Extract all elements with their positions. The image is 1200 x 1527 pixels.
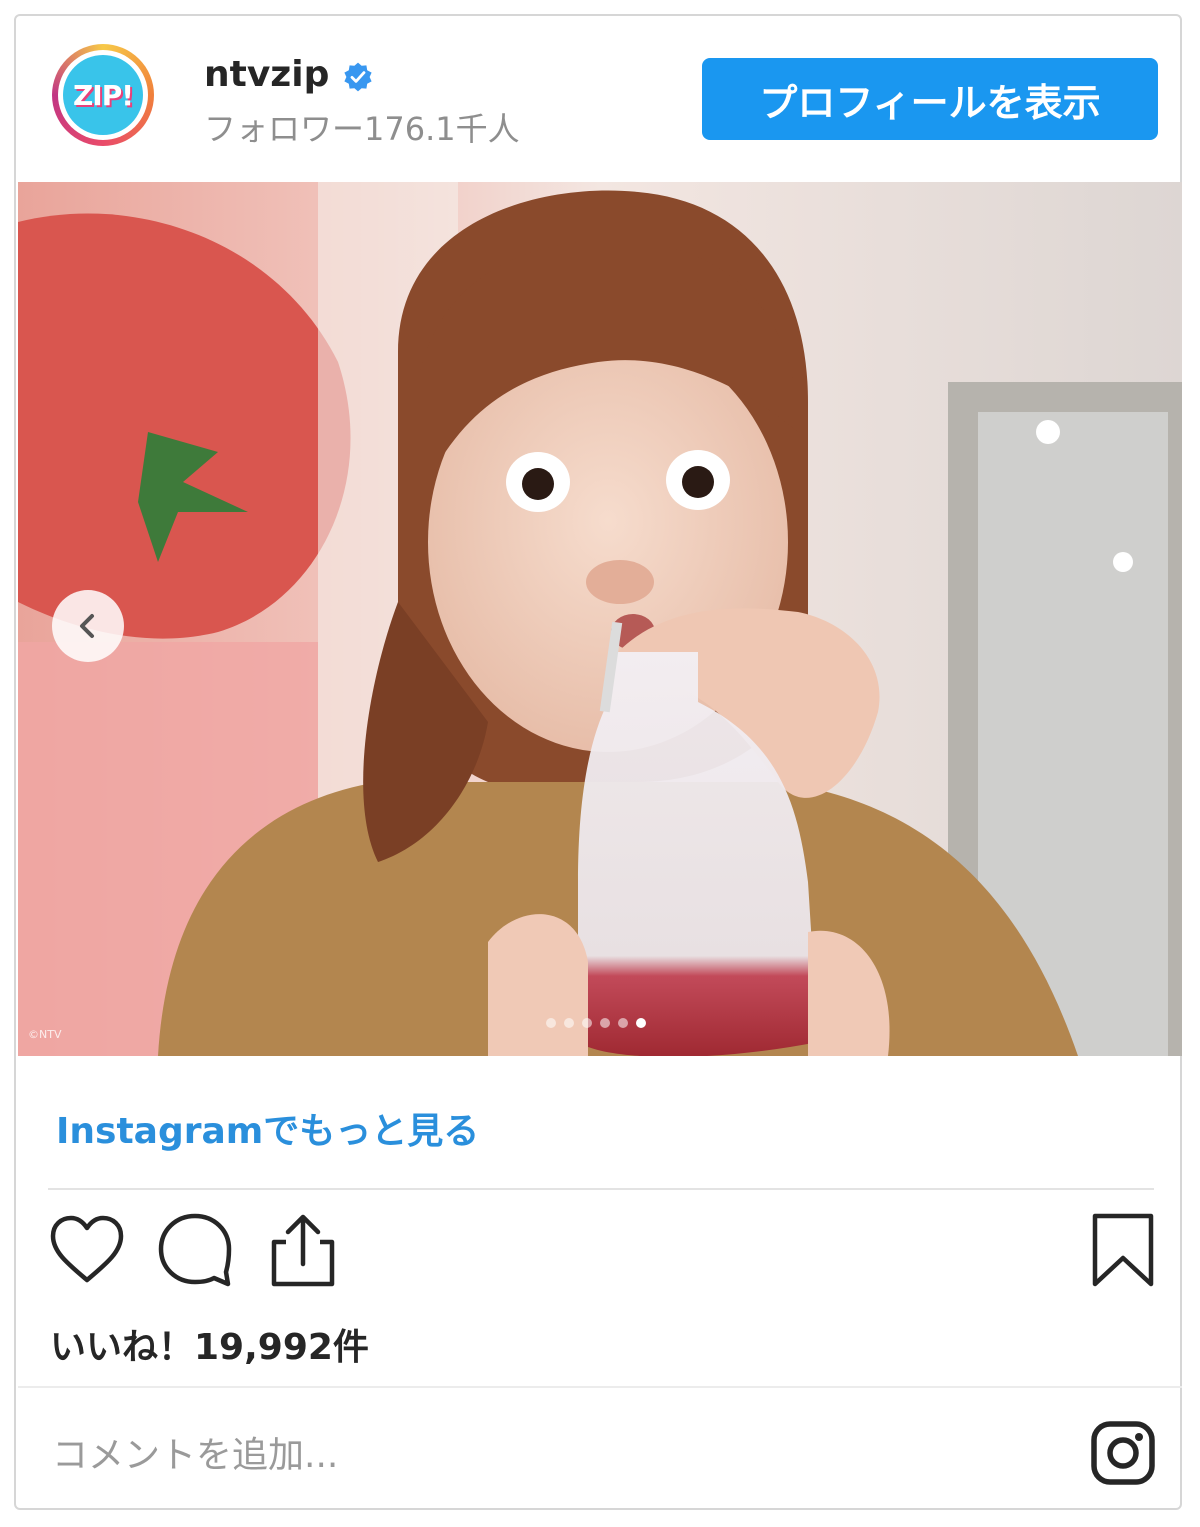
carousel-dot (564, 1018, 574, 1028)
photo-watermark: ©NTV (28, 1028, 62, 1041)
like-count: いいね！19,992件 (50, 1327, 369, 1368)
view-more-on-instagram-link[interactable]: Instagramでもっと見る (56, 1102, 479, 1154)
view-profile-button[interactable]: プロフィールを表示 (702, 58, 1158, 140)
carousel-dot (600, 1018, 610, 1028)
carousel-prev-button[interactable] (52, 590, 124, 662)
comment-bubble-icon[interactable] (156, 1212, 234, 1288)
heart-icon[interactable] (48, 1214, 126, 1286)
post-photo-image (18, 182, 1182, 1056)
follower-count: フォロワー176.1千人 (204, 110, 520, 148)
divider (48, 1188, 1154, 1190)
divider (18, 1386, 1182, 1388)
chevron-left-icon (80, 614, 94, 638)
avatar-logo-text: ZIP! (72, 78, 134, 112)
post-photo[interactable] (18, 182, 1182, 1056)
comment-input[interactable] (50, 1426, 954, 1484)
carousel-dot (618, 1018, 628, 1028)
verified-badge-icon (344, 62, 372, 92)
bookmark-icon[interactable] (1090, 1212, 1156, 1290)
instagram-embed-card: ZIP! ntvzip フォロワー176.1千人 プロフィールを表示 ©NTV … (14, 14, 1182, 1510)
avatar-logo-disc: ZIP! (63, 55, 143, 135)
profile-avatar[interactable]: ZIP! (52, 44, 154, 146)
carousel-dot-active (636, 1018, 646, 1028)
share-icon[interactable] (268, 1212, 338, 1290)
instagram-icon[interactable] (1090, 1420, 1156, 1486)
username[interactable]: ntvzip (204, 54, 329, 95)
carousel-dot (582, 1018, 592, 1028)
carousel-dot (546, 1018, 556, 1028)
carousel-indicator (546, 1018, 646, 1028)
